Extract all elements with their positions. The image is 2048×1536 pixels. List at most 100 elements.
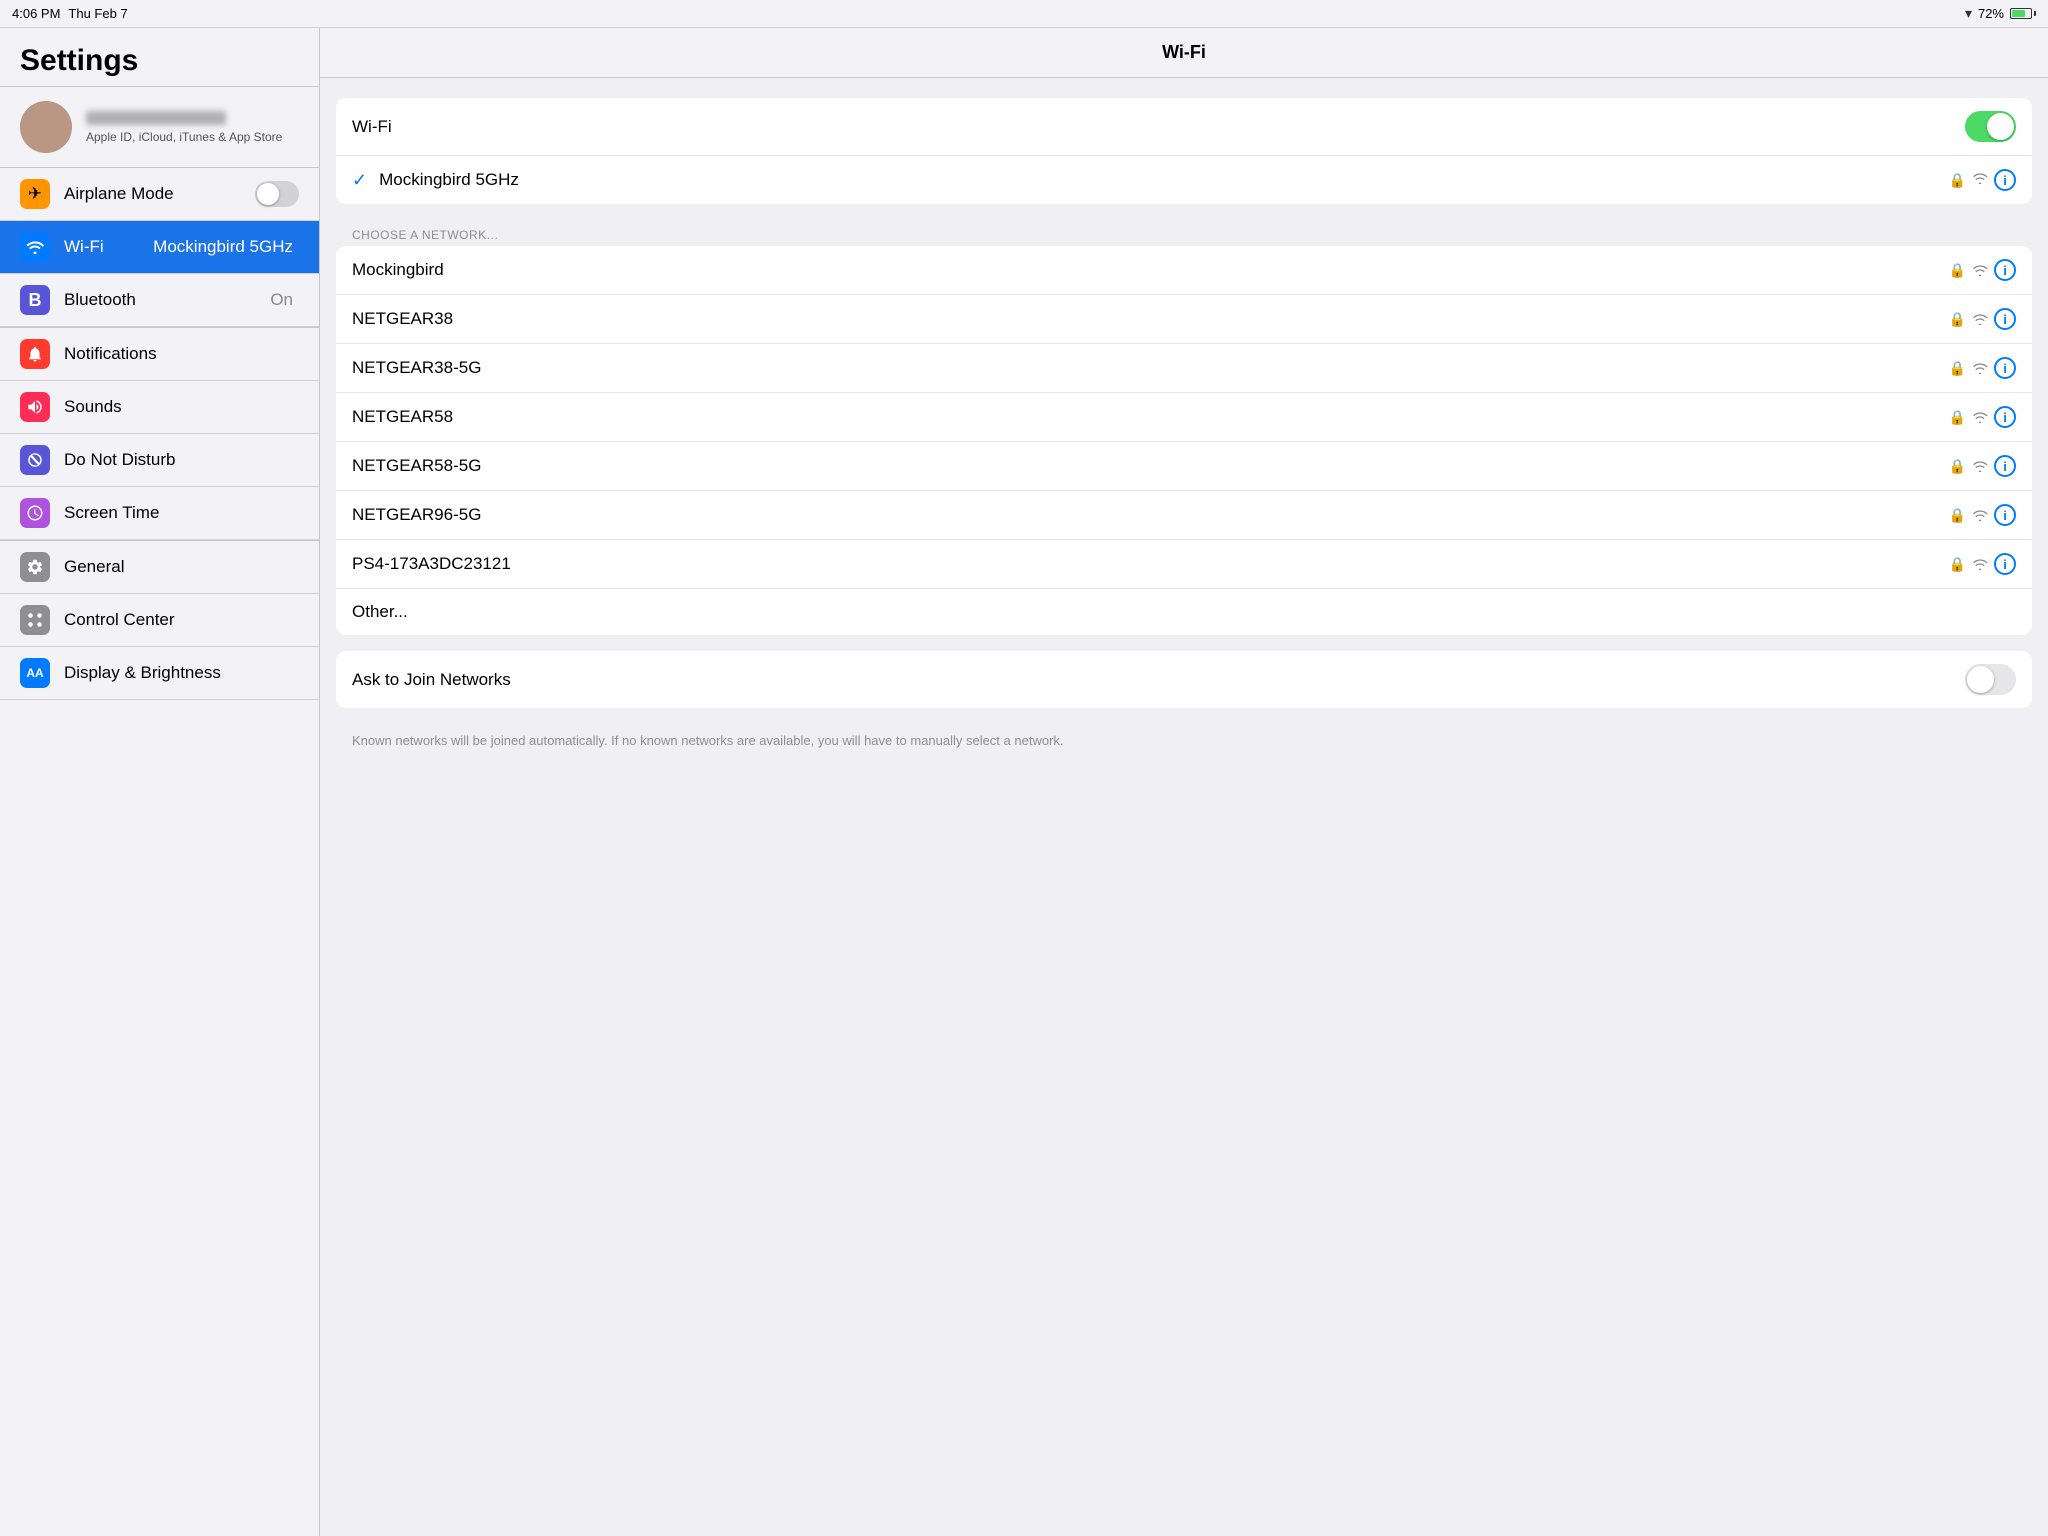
network-info-button[interactable]: i [1994, 308, 2016, 330]
notifications-icon [20, 339, 50, 369]
sidebar-item-control-center[interactable]: Control Center [0, 594, 319, 647]
avatar [20, 101, 72, 153]
wifi-signal-icon [1972, 460, 1988, 472]
status-time: 4:06 PM [12, 6, 60, 21]
wifi-signal-icon [1972, 509, 1988, 521]
do-not-disturb-icon [20, 445, 50, 475]
screen-time-icon [20, 498, 50, 528]
main-title: Wi-Fi [1162, 42, 1206, 62]
network-name: NETGEAR38 [352, 309, 1949, 329]
lock-icon: 🔒 [1949, 262, 1966, 279]
profile-name-blur [86, 111, 226, 125]
footer-text: Known networks will be joined automatica… [336, 724, 2032, 766]
profile-subtext: Apple ID, iCloud, iTunes & App Store [86, 130, 282, 144]
sidebar-item-label-dnd: Do Not Disturb [64, 450, 299, 470]
ask-to-join-row[interactable]: Ask to Join Networks [336, 651, 2032, 708]
sidebar-item-bluetooth[interactable]: B Bluetooth On [0, 274, 319, 327]
wifi-signal-icon [1972, 411, 1988, 423]
network-name: Mockingbird [352, 260, 1949, 280]
lock-icon: 🔒 [1949, 409, 1966, 426]
network-row[interactable]: NETGEAR58-5G🔒i [336, 442, 2032, 491]
sidebar-item-screen-time[interactable]: Screen Time [0, 487, 319, 540]
network-icons: 🔒i [1949, 553, 2016, 575]
wifi-icon [20, 232, 50, 262]
status-date: Thu Feb 7 [68, 6, 127, 21]
wifi-toggle-row[interactable]: Wi-Fi [336, 98, 2032, 156]
connected-network-icons: 🔒 i [1949, 169, 2016, 191]
ask-to-join-card: Ask to Join Networks [336, 651, 2032, 708]
checkmark-icon: ✓ [352, 170, 367, 191]
lock-icon: 🔒 [1949, 556, 1966, 573]
connected-info-button[interactable]: i [1994, 169, 2016, 191]
network-row[interactable]: PS4-173A3DC23121🔒i [336, 540, 2032, 589]
sidebar-item-notifications[interactable]: Notifications [0, 328, 319, 381]
wifi-signal-icon [1972, 171, 1988, 189]
network-icons: 🔒i [1949, 455, 2016, 477]
network-row[interactable]: NETGEAR38-5G🔒i [336, 344, 2032, 393]
network-info-button[interactable]: i [1994, 504, 2016, 526]
network-icons: 🔒i [1949, 406, 2016, 428]
wifi-signal-icon [1972, 264, 1988, 276]
network-icons: 🔒i [1949, 308, 2016, 330]
sidebar: Settings Apple ID, iCloud, iTunes & App … [0, 0, 320, 1536]
wifi-toggle-label: Wi-Fi [352, 117, 1965, 137]
wifi-top-card: Wi-Fi ✓ Mockingbird 5GHz 🔒 i [336, 98, 2032, 204]
network-list-card: Mockingbird🔒iNETGEAR38🔒iNETGEAR38-5G🔒iNE… [336, 246, 2032, 635]
general-icon [20, 552, 50, 582]
sidebar-item-label-screen-time: Screen Time [64, 503, 299, 523]
connected-network-label: Mockingbird 5GHz [379, 170, 1948, 190]
network-info-button[interactable]: i [1994, 455, 2016, 477]
network-icons: 🔒i [1949, 357, 2016, 379]
wifi-signal-icon [1972, 558, 1988, 570]
choose-network-header: CHOOSE A NETWORK... [336, 220, 2032, 246]
sidebar-item-sounds[interactable]: Sounds [0, 381, 319, 434]
network-row[interactable]: NETGEAR58🔒i [336, 393, 2032, 442]
sidebar-item-label-general: General [64, 557, 299, 577]
connected-network-row[interactable]: ✓ Mockingbird 5GHz 🔒 i [336, 156, 2032, 204]
network-name: NETGEAR96-5G [352, 505, 1949, 525]
ask-to-join-label: Ask to Join Networks [352, 670, 1965, 690]
sidebar-item-do-not-disturb[interactable]: Do Not Disturb [0, 434, 319, 487]
sidebar-wifi-value: Mockingbird 5GHz [153, 237, 293, 257]
sidebar-item-label-wifi: Wi-Fi [64, 237, 153, 257]
main-header: Wi-Fi [320, 28, 2048, 78]
airplane-mode-toggle[interactable] [255, 181, 299, 207]
network-row[interactable]: NETGEAR96-5G🔒 i [336, 491, 2032, 540]
airplane-mode-icon: ✈ [20, 179, 50, 209]
network-name: NETGEAR58 [352, 407, 1949, 427]
network-name: NETGEAR38-5G [352, 358, 1949, 378]
ask-to-join-toggle[interactable] [1965, 664, 2016, 695]
network-name: Other... [352, 602, 2016, 622]
sidebar-item-label-display: Display & Brightness [64, 663, 299, 683]
network-row[interactable]: NETGEAR38🔒i [336, 295, 2032, 344]
wifi-toggle[interactable] [1965, 111, 2016, 142]
wifi-status-icon: ▾ [1965, 5, 1972, 22]
choose-network-section: CHOOSE A NETWORK... Mockingbird🔒iNETGEAR… [336, 220, 2032, 635]
control-center-icon [20, 605, 50, 635]
sidebar-item-label-control-center: Control Center [64, 610, 299, 630]
lock-icon: 🔒 [1949, 360, 1966, 377]
display-brightness-icon: AA [20, 658, 50, 688]
network-name: PS4-173A3DC23121 [352, 554, 1949, 574]
network-info-button[interactable]: i [1994, 357, 2016, 379]
network-info-button[interactable]: i [1994, 259, 2016, 281]
network-row[interactable]: Other... [336, 589, 2032, 635]
sidebar-item-wifi[interactable]: Wi-Fi Mockingbird 5GHz [0, 221, 319, 274]
profile-section[interactable]: Apple ID, iCloud, iTunes & App Store [0, 87, 319, 168]
wifi-signal-icon [1972, 313, 1988, 325]
network-row[interactable]: Mockingbird🔒i [336, 246, 2032, 295]
sidebar-item-display-brightness[interactable]: AA Display & Brightness [0, 647, 319, 700]
bluetooth-icon: B [20, 285, 50, 315]
lock-icon: 🔒 [1949, 507, 1966, 524]
sidebar-item-label-notifications: Notifications [64, 344, 299, 364]
sidebar-item-label-sounds: Sounds [64, 397, 299, 417]
lock-icon: 🔒 [1949, 311, 1966, 328]
status-left: 4:06 PM Thu Feb 7 [12, 6, 128, 21]
network-info-button[interactable]: i [1994, 406, 2016, 428]
sidebar-bluetooth-value: On [270, 290, 293, 310]
network-icons: 🔒i [1949, 259, 2016, 281]
network-info-button[interactable]: i [1994, 553, 2016, 575]
lock-icon: 🔒 [1949, 172, 1966, 189]
sidebar-item-airplane-mode[interactable]: ✈ Airplane Mode [0, 168, 319, 221]
sidebar-item-general[interactable]: General [0, 541, 319, 594]
